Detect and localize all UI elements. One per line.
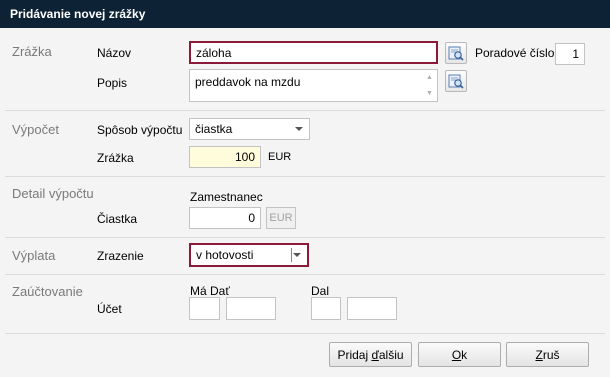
ma-dat-field-2[interactable] [226, 297, 276, 320]
separator [5, 110, 605, 111]
poradove-cislo-label: Poradové číslo [475, 46, 555, 60]
separator [5, 333, 605, 334]
separator [5, 176, 605, 177]
zrazka-label: Zrážka [97, 151, 134, 165]
window-title: Pridávanie novej zrážky [0, 0, 610, 28]
zarazenie-label: Zrazenie [97, 249, 144, 263]
dal-field-2[interactable] [347, 297, 397, 320]
sposob-vypoctu-label: Spôsob výpočtu [97, 123, 183, 137]
dal-header: Dal [311, 284, 330, 298]
popis-value: preddavok na mzdu [195, 75, 301, 89]
ciastka-label: Čiastka [97, 212, 138, 226]
select-divider [291, 248, 292, 262]
zrazka-currency: EUR [268, 151, 292, 163]
zrazka-amount-value: 100 [234, 150, 255, 164]
lookup-icon [448, 74, 464, 89]
zamestnanec-header: Zamestnanec [190, 190, 263, 204]
ciastka-currency-button[interactable]: EUR [266, 207, 296, 229]
popis-lookup-button[interactable] [445, 70, 467, 92]
separator [5, 237, 605, 238]
chevron-down-icon [293, 253, 301, 257]
ma-dat-field-1[interactable] [189, 297, 220, 320]
separator [5, 274, 605, 275]
nazov-lookup-button[interactable] [445, 42, 467, 64]
zrus-label-suffix: ruš [542, 347, 560, 362]
ok-button[interactable]: Ok [418, 342, 501, 367]
zrus-button[interactable]: Zruš [506, 342, 589, 367]
lookup-icon [448, 46, 464, 61]
zrus-accesskey: Z [535, 347, 543, 362]
ciastka-value: 0 [248, 211, 255, 225]
sposob-vypoctu-select[interactable]: čiastka [189, 118, 310, 140]
zarazenie-value: v hotovosti [196, 248, 254, 262]
ciastka-field[interactable]: 0 [189, 207, 261, 229]
zrazka-amount-field[interactable]: 100 [189, 146, 261, 168]
section-title-detail: Detail výpočtu [12, 186, 94, 201]
popis-field[interactable]: preddavok na mzdu ▲ ▼ [189, 69, 438, 102]
poradove-cislo-value: 1 [572, 47, 579, 61]
poradove-cislo-field[interactable]: 1 [555, 43, 585, 65]
ma-dat-header: Má Dať [190, 284, 230, 298]
section-title-vypocet: Výpočet [12, 122, 59, 137]
sposob-vypoctu-value: čiastka [195, 122, 233, 136]
zarazenie-select[interactable]: v hotovosti [189, 243, 309, 267]
pridaj-dalsiu-accesskey: ď [371, 347, 379, 362]
chevron-down-icon [295, 127, 303, 131]
dialog-window: Pridávanie novej zrážky Zrážka Názov zál… [0, 0, 610, 377]
pridaj-dalsiu-label-suffix: alšiu [378, 347, 404, 362]
pridaj-dalsiu-label-prefix: Pridaj [337, 347, 372, 362]
dal-field-1[interactable] [311, 297, 341, 320]
ucet-label: Účet [97, 302, 122, 316]
nazov-value: záloha [196, 45, 232, 60]
nazov-field[interactable]: záloha [189, 41, 438, 64]
pridaj-dalsiu-button[interactable]: Pridaj ď alšiu [329, 342, 412, 367]
ok-accesskey: O [451, 347, 462, 362]
section-title-vyplata: Výplata [12, 248, 56, 263]
section-title-zauctovanie: Zaúčtovanie [12, 284, 83, 299]
popis-scrollbar[interactable]: ▲ ▼ [425, 74, 434, 98]
popis-label: Popis [97, 76, 128, 90]
section-title-zrazka: Zrážka [12, 44, 52, 59]
nazov-label: Názov [97, 46, 132, 60]
ok-label-suffix: k [461, 347, 468, 362]
